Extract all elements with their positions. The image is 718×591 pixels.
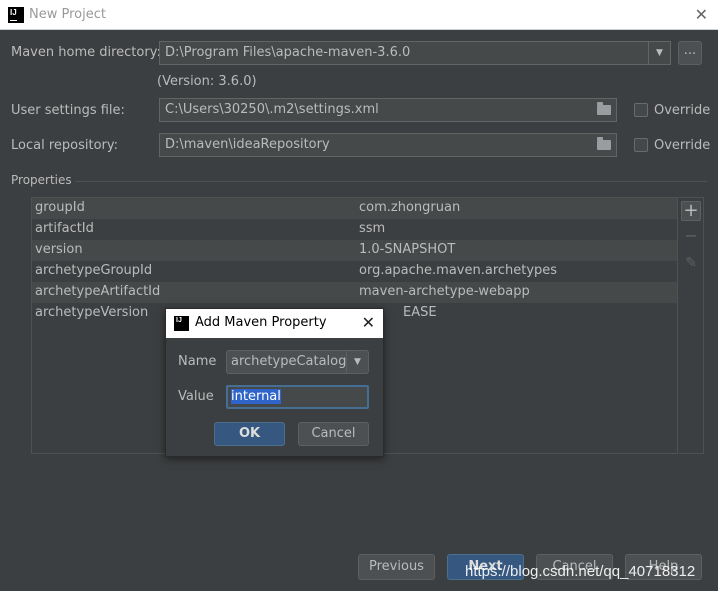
local-repository-value: D:\maven\ideaRepository [165,137,330,152]
local-repository-field[interactable]: D:\maven\ideaRepository [159,133,617,157]
ok-button[interactable]: OK [214,422,285,446]
settings-override-label: Override [654,103,711,118]
close-icon[interactable]: ✕ [362,313,375,332]
property-key: archetypeArtifactId [35,284,161,299]
property-key: artifactId [35,221,94,236]
table-toolbar: + − ✎ [679,197,704,454]
value-input[interactable]: internal [226,385,369,409]
browse-maven-home-button[interactable]: ... [678,41,702,65]
property-value: 1.0-SNAPSHOT [359,242,456,257]
property-value: maven-archetype-webapp [359,284,530,299]
intellij-logo-icon: IJ [8,7,24,23]
table-row[interactable]: groupId com.zhongruan [32,198,677,219]
user-settings-field[interactable]: C:\Users\30250\.m2\settings.xml [159,98,617,122]
repo-override-label: Override [654,138,711,153]
table-row[interactable]: artifactId ssm [32,219,677,240]
user-settings-label: User settings file: [11,103,125,118]
dialog-titlebar: IJ Add Maven Property ✕ [166,309,383,338]
table-row[interactable]: archetypeGroupId org.apache.maven.archet… [32,261,677,282]
next-button[interactable]: Next [447,554,524,580]
maven-home-label: Maven home directory: [11,45,161,60]
maven-home-combo[interactable]: D:\Program Files\apache-maven-3.6.0 ▼ [159,41,671,65]
folder-icon[interactable] [597,102,611,115]
window-titlebar: IJ New Project ✕ [0,0,718,30]
table-row[interactable]: version 1.0-SNAPSHOT [32,240,677,261]
name-combo[interactable]: archetypeCatalog ▼ [226,350,369,374]
add-icon[interactable]: + [681,201,701,221]
user-settings-value: C:\Users\30250\.m2\settings.xml [165,102,379,117]
repo-override-checkbox[interactable] [634,138,648,152]
property-key: archetypeGroupId [35,263,153,278]
table-row[interactable]: archetypeArtifactId maven-archetype-weba… [32,282,677,303]
cancel-button[interactable]: Cancel [536,554,613,580]
properties-section-label: Properties [11,173,72,187]
intellij-logo-icon: IJ [174,316,189,331]
edit-icon[interactable]: ✎ [681,253,701,273]
add-maven-property-dialog: IJ Add Maven Property ✕ Name archetypeCa… [165,308,384,457]
settings-override-checkbox[interactable] [634,103,648,117]
maven-version-text: (Version: 3.6.0) [157,74,257,89]
property-value: com.zhongruan [359,200,461,215]
close-icon[interactable]: ✕ [695,5,708,24]
value-input-text: internal [231,389,281,404]
folder-icon[interactable] [597,137,611,150]
section-divider [75,181,707,182]
property-key: groupId [35,200,85,215]
property-value: org.apache.maven.archetypes [359,263,558,278]
maven-home-value: D:\Program Files\apache-maven-3.6.0 [165,45,411,60]
chevron-down-icon[interactable]: ▼ [648,42,670,64]
chevron-down-icon[interactable]: ▼ [346,351,368,373]
property-value: ssm [359,221,386,236]
local-repository-label: Local repository: [11,138,118,153]
property-key: version [35,242,83,257]
property-value: EASE [403,305,437,320]
name-label: Name [178,354,217,369]
dialog-title: Add Maven Property [195,315,327,330]
previous-button[interactable]: Previous [358,554,435,580]
help-button[interactable]: Help [625,554,702,580]
dialog-cancel-button[interactable]: Cancel [298,422,369,446]
window-title: New Project [29,7,106,22]
value-label: Value [178,389,214,404]
property-key: archetypeVersion [35,305,149,320]
remove-icon[interactable]: − [681,226,701,246]
name-value: archetypeCatalog [231,354,347,369]
